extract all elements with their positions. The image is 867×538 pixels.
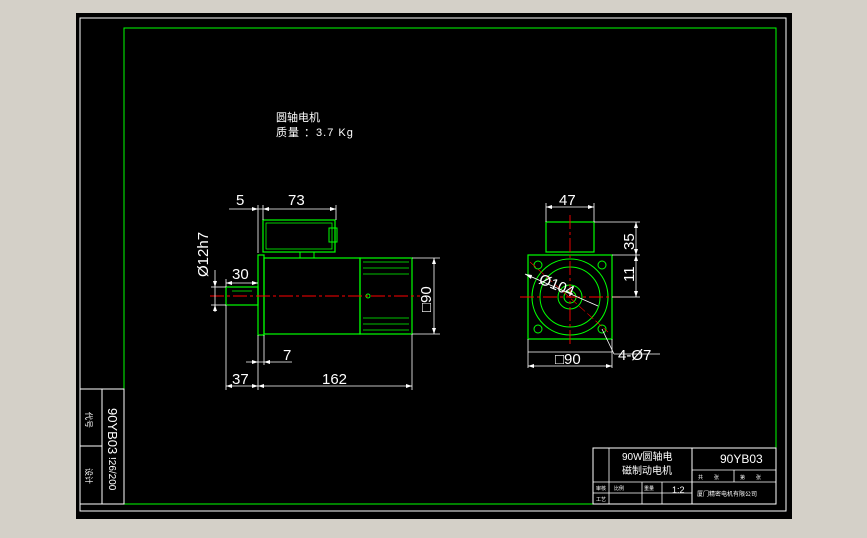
- tb-small-label: 比例: [614, 485, 624, 492]
- side-label-b: 设计: [84, 468, 94, 484]
- dim-37: 37: [232, 371, 249, 388]
- dim-35: 35: [621, 233, 638, 250]
- drawing-mass: 质量 ：3.7 Kg: [276, 126, 354, 139]
- tb-small-label: 张: [714, 474, 719, 481]
- dim-7: 7: [283, 347, 291, 364]
- tb-small-label: 审核: [596, 485, 606, 492]
- dim-side-90: □90: [418, 286, 435, 312]
- dim-5: 5: [236, 192, 244, 209]
- side-model: 90YB03: [105, 408, 120, 454]
- dim-162: 162: [322, 371, 347, 388]
- cad-viewport[interactable]: 90YB03 !26/200 代号 设计 圆轴电机 质量 ：3.7 Kg 5 7…: [0, 0, 867, 533]
- tb-small-label: 共: [698, 474, 703, 481]
- side-date: !26/200: [106, 457, 117, 491]
- product-name-line2: 磁制动电机: [622, 464, 672, 477]
- dim-holes: 4-Ø7: [618, 347, 651, 364]
- dim-shaft-dia: Ø12h7: [195, 232, 212, 277]
- dim-47: 47: [559, 192, 576, 209]
- side-label-a: 代号: [84, 412, 94, 428]
- dim-front-90: □90: [555, 351, 581, 368]
- dim-73: 73: [288, 192, 305, 209]
- drawing-canvas: 90YB03 !26/200 代号 设计 圆轴电机 质量 ：3.7 Kg 5 7…: [76, 13, 792, 519]
- drawing-scale: 1:2: [672, 485, 685, 495]
- dim-30: 30: [232, 266, 249, 283]
- tb-small-label: 重量: [644, 485, 654, 492]
- tb-small-label: 张: [756, 474, 761, 481]
- dim-11: 11: [621, 266, 638, 282]
- drawing-code: 90YB03: [720, 452, 763, 466]
- tb-small-label: 第: [740, 474, 745, 481]
- drawing-title: 圆轴电机: [276, 110, 320, 124]
- tb-small-label: 工艺: [596, 497, 606, 503]
- company-name: 厦门精密电机有限公司: [697, 490, 757, 498]
- product-name-line1: 90W圆轴电: [622, 450, 673, 463]
